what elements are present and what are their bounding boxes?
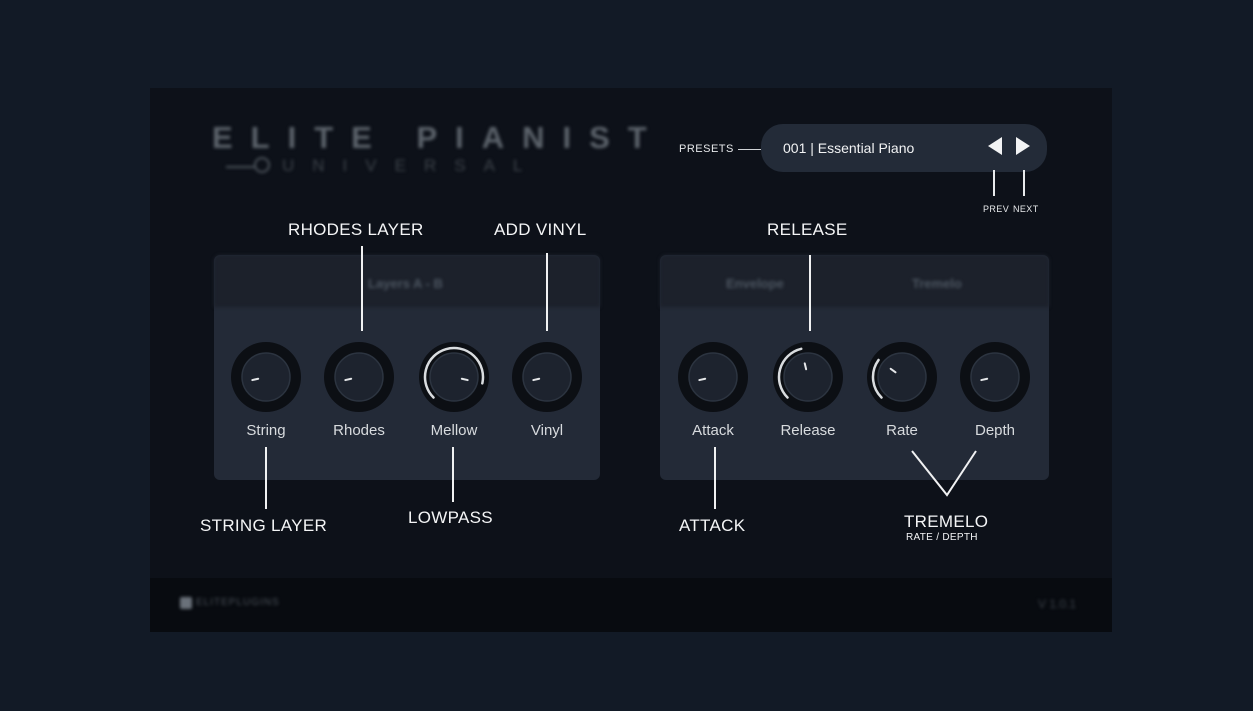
rotary-knob-icon (960, 342, 1030, 412)
next-label: NEXT (1013, 204, 1039, 214)
envelope-tab[interactable]: Envelope (726, 276, 784, 291)
brand-logo-icon (180, 597, 192, 609)
knob-label-string: String (246, 422, 286, 439)
annotation-tremelo: TREMELO (904, 512, 989, 531)
annotation-string-line (265, 447, 267, 509)
rotary-knob-icon (324, 342, 394, 412)
prev-label: PREV (983, 204, 1010, 214)
rotary-knob-icon (231, 342, 301, 412)
app-title: ELITE PIANIST (212, 120, 665, 155)
knob-pointer (460, 377, 469, 382)
knob-pointer (251, 377, 260, 382)
knob-rhodes[interactable] (323, 341, 395, 413)
annotation-vinyl-line (546, 253, 548, 331)
knob-cap (522, 352, 572, 402)
rotary-knob-icon (678, 342, 748, 412)
annotation-string-layer: STRING LAYER (200, 516, 328, 535)
knob-label-mellow: Mellow (430, 422, 478, 439)
next-pointer-line (1023, 170, 1025, 196)
annotation-attack: ATTACK (679, 516, 746, 535)
preset-name[interactable]: 001 | Essential Piano (783, 140, 914, 156)
annotation-lowpass: LOWPASS (408, 508, 493, 527)
logo-ring-icon (254, 157, 270, 173)
tremelo-tab[interactable]: Tremelo (912, 276, 962, 291)
knob-cap (970, 352, 1020, 402)
knob-pointer (698, 377, 707, 382)
rotary-knob-icon (773, 342, 843, 412)
knob-label-depth: Depth (974, 422, 1016, 439)
knob-rate[interactable] (866, 341, 938, 413)
knob-mellow[interactable] (418, 341, 490, 413)
presets-connector-line (738, 149, 762, 150)
rotary-knob-icon (419, 342, 489, 412)
knob-pointer (980, 377, 989, 382)
knob-pointer (803, 362, 808, 371)
knob-pointer (344, 377, 353, 382)
knob-cap (783, 352, 833, 402)
knob-depth[interactable] (959, 341, 1031, 413)
annotation-tremelo-lines (911, 450, 977, 497)
knob-pointer (532, 377, 541, 382)
rotary-knob-icon (867, 342, 937, 412)
annotation-add-vinyl: ADD VINYL (494, 220, 587, 239)
knob-attack[interactable] (677, 341, 749, 413)
knob-cap (429, 352, 479, 402)
brand-name: ELITEPLUGINS (196, 597, 280, 608)
annotation-attack-line (714, 447, 716, 509)
prev-preset-arrow-icon[interactable] (988, 137, 1002, 155)
annotation-release-line (809, 255, 811, 331)
knob-label-release: Release (780, 422, 836, 439)
knob-label-rhodes: Rhodes (333, 422, 385, 439)
annotation-rhodes-layer: RHODES LAYER (288, 220, 424, 239)
knob-cap (241, 352, 291, 402)
annotation-rhodes-line (361, 246, 363, 331)
knob-string[interactable] (230, 341, 302, 413)
knob-release[interactable] (772, 341, 844, 413)
knob-cap (334, 352, 384, 402)
knob-label-attack: Attack (692, 422, 734, 439)
knob-cap (688, 352, 738, 402)
envelope-tremelo-panel-header (660, 255, 1049, 307)
app-subtitle: UNIVERSAL (282, 156, 541, 175)
version-label: V 1.0.1 (1038, 597, 1077, 611)
presets-label: PRESETS (679, 143, 734, 155)
rotary-knob-icon (512, 342, 582, 412)
annotation-tremelo-sub: RATE / DEPTH (906, 532, 978, 543)
layers-panel-title: Layers A - B (368, 276, 443, 291)
prev-pointer-line (993, 170, 995, 196)
knob-label-rate: Rate (886, 422, 918, 439)
knob-cap (877, 352, 927, 402)
knob-label-vinyl: Vinyl (530, 422, 564, 439)
annotation-release: RELEASE (767, 220, 848, 239)
next-preset-arrow-icon[interactable] (1016, 137, 1030, 155)
knob-vinyl[interactable] (511, 341, 583, 413)
plugin-footer (150, 578, 1112, 632)
annotation-lowpass-line (452, 447, 454, 502)
logo-line-icon (226, 166, 256, 168)
